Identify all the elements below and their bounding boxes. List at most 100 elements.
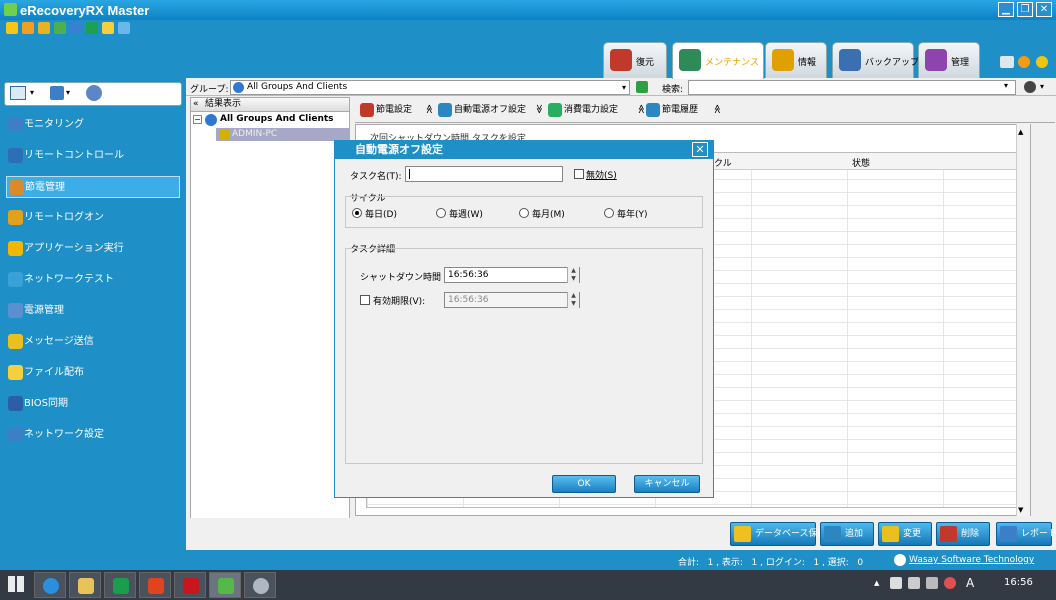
action-button-2[interactable]: 変更 (878, 522, 932, 546)
group-select[interactable]: All Groups And Clients ▾ (230, 80, 630, 95)
disable-checkbox[interactable] (574, 169, 584, 179)
task-name-input[interactable] (405, 166, 563, 182)
quick-icon-6[interactable] (86, 22, 98, 34)
sidebar-item-4[interactable]: アプリケーション実行 (6, 238, 180, 260)
taskbar-pdf[interactable] (174, 572, 206, 598)
collapse-icon[interactable]: « (193, 98, 199, 111)
tree-header[interactable]: 結果表示 (191, 98, 349, 112)
collapse-section-icon[interactable]: ≪ (712, 104, 722, 113)
expand-icon[interactable]: ≫ (534, 104, 544, 113)
sidebar-item-9[interactable]: BIOS同期 (6, 393, 180, 415)
close-button[interactable]: ✕ (1036, 2, 1052, 17)
tab-3[interactable]: バックアップ (832, 42, 919, 78)
grid-column-status[interactable]: 状態 (852, 156, 870, 169)
tray-expand-icon[interactable]: ▲ (874, 579, 879, 587)
sidebar-item-10[interactable]: ネットワーク設定 (6, 424, 180, 446)
taskbar-explorer[interactable] (69, 572, 101, 598)
tree-expand-icon[interactable]: − (193, 115, 202, 124)
help-icon[interactable] (1036, 56, 1048, 68)
tray-icon-1[interactable] (890, 577, 902, 589)
dialog-close-button[interactable]: ✕ (692, 142, 708, 157)
search-input[interactable] (688, 80, 1016, 95)
taskbar-app7[interactable] (244, 572, 276, 598)
quick-icon-2[interactable] (22, 22, 34, 34)
sidebar-item-7[interactable]: メッセージ送信 (6, 331, 180, 353)
taskbar-app4[interactable] (139, 572, 171, 598)
minimize-button[interactable]: ▁ (998, 2, 1014, 17)
app7-icon (253, 578, 269, 594)
network-icon[interactable] (926, 577, 938, 589)
tab-0[interactable]: 復元 (603, 42, 667, 78)
restore-button[interactable]: ❐ (1017, 2, 1033, 17)
sidebar-item-6[interactable]: 電源管理 (6, 300, 180, 322)
cycle-radio-2[interactable] (519, 208, 529, 218)
windows-start-icon[interactable] (8, 576, 24, 592)
grid-view-icon[interactable] (10, 86, 26, 100)
sidebar-item-0[interactable]: モニタリング (6, 114, 180, 136)
refresh-icon[interactable] (636, 81, 648, 93)
sidebar-item-label: 電源管理 (24, 305, 64, 316)
search-options-icon[interactable] (1024, 81, 1036, 93)
scroll-down-icon[interactable]: ▼ (1018, 506, 1023, 514)
taskbar-ie[interactable] (34, 572, 66, 598)
action-button-1[interactable]: 追加 (820, 522, 874, 546)
tab-1[interactable]: メンテナンス (672, 42, 764, 79)
tree-root-item[interactable]: All Groups And Clients (220, 114, 334, 124)
tab-2[interactable]: 情報 (765, 42, 827, 78)
shutdown-time-spinner[interactable]: ▲ ▼ (567, 267, 579, 283)
sub-tab-0[interactable]: 節電設定 (358, 100, 412, 120)
quick-icon-8[interactable] (118, 22, 130, 34)
action-button-3[interactable]: 削除 (936, 522, 990, 546)
grid-view-dropdown-icon[interactable]: ▾ (30, 88, 34, 97)
search-options-dropdown-icon[interactable]: ▾ (1040, 82, 1044, 91)
sidebar-item-8[interactable]: ファイル配布 (6, 362, 180, 384)
search-dropdown-icon[interactable]: ▾ (1004, 81, 1008, 90)
tray-icon-2[interactable] (908, 577, 920, 589)
quick-icon-3[interactable] (38, 22, 50, 34)
task-name-label: タスク名(T): (350, 172, 402, 182)
collapse-section-icon[interactable]: ≪ (424, 104, 434, 113)
sidebar-item-2[interactable]: 節電管理 (6, 176, 180, 198)
ok-button[interactable]: OK (552, 475, 616, 493)
export-icon[interactable] (50, 86, 64, 100)
display-icon[interactable] (1000, 56, 1014, 68)
grid-column-cycle[interactable]: クル (714, 156, 732, 169)
sidebar-item-5[interactable]: ネットワークテスト (6, 269, 180, 291)
clock[interactable]: 16:56 (1004, 577, 1033, 588)
company-link[interactable]: Wasay Software Technology (909, 555, 1034, 565)
expire-time-input[interactable]: 16:56:36 ▲ ▼ (444, 292, 580, 308)
cycle-radio-0[interactable] (352, 208, 362, 218)
quick-icon-1[interactable] (6, 22, 18, 34)
cancel-button[interactable]: キャンセル (634, 475, 700, 493)
sub-tab-label: 節電設定 (376, 105, 413, 115)
tree-child-item[interactable]: ADMIN-PC (216, 128, 350, 141)
sidebar-item-3[interactable]: リモートログオン (6, 207, 180, 229)
taskbar-app3[interactable] (104, 572, 136, 598)
expire-time-spinner[interactable]: ▲ ▼ (567, 292, 579, 308)
sidebar-item-1[interactable]: リモートコントロール (6, 145, 180, 167)
ime-indicator[interactable]: A (966, 576, 974, 590)
settings-icon[interactable] (1018, 56, 1030, 68)
taskbar-erecovery[interactable] (209, 572, 241, 598)
edit-icon (882, 526, 899, 542)
quick-icon-7[interactable] (102, 22, 114, 34)
sub-tab-1[interactable]: 自動電源オフ設定 (436, 100, 526, 120)
export-dropdown-icon[interactable]: ▾ (66, 88, 70, 97)
cycle-radio-1[interactable] (436, 208, 446, 218)
scroll-up-icon[interactable]: ▲ (1018, 128, 1023, 136)
gear-icon[interactable] (86, 85, 102, 101)
tray-icon-4[interactable] (944, 577, 956, 589)
cycle-radio-3[interactable] (604, 208, 614, 218)
tab-label: バックアップ (865, 58, 920, 68)
shutdown-time-input[interactable]: 16:56:36 ▲ ▼ (444, 267, 580, 283)
action-button-label: 変更 (903, 529, 922, 539)
quick-icon-4[interactable] (54, 22, 66, 34)
tab-4[interactable]: 管理 (918, 42, 980, 78)
sub-tab-2[interactable]: 消費電力設定 (546, 100, 618, 120)
sub-tab-3[interactable]: 節電履歴 (644, 100, 698, 120)
vertical-scrollbar[interactable] (1016, 124, 1030, 516)
action-button-4[interactable]: レポート (996, 522, 1056, 546)
quick-icon-5[interactable] (70, 22, 82, 34)
action-button-0[interactable]: データベース保存 (730, 522, 827, 546)
expire-checkbox[interactable] (360, 295, 370, 305)
